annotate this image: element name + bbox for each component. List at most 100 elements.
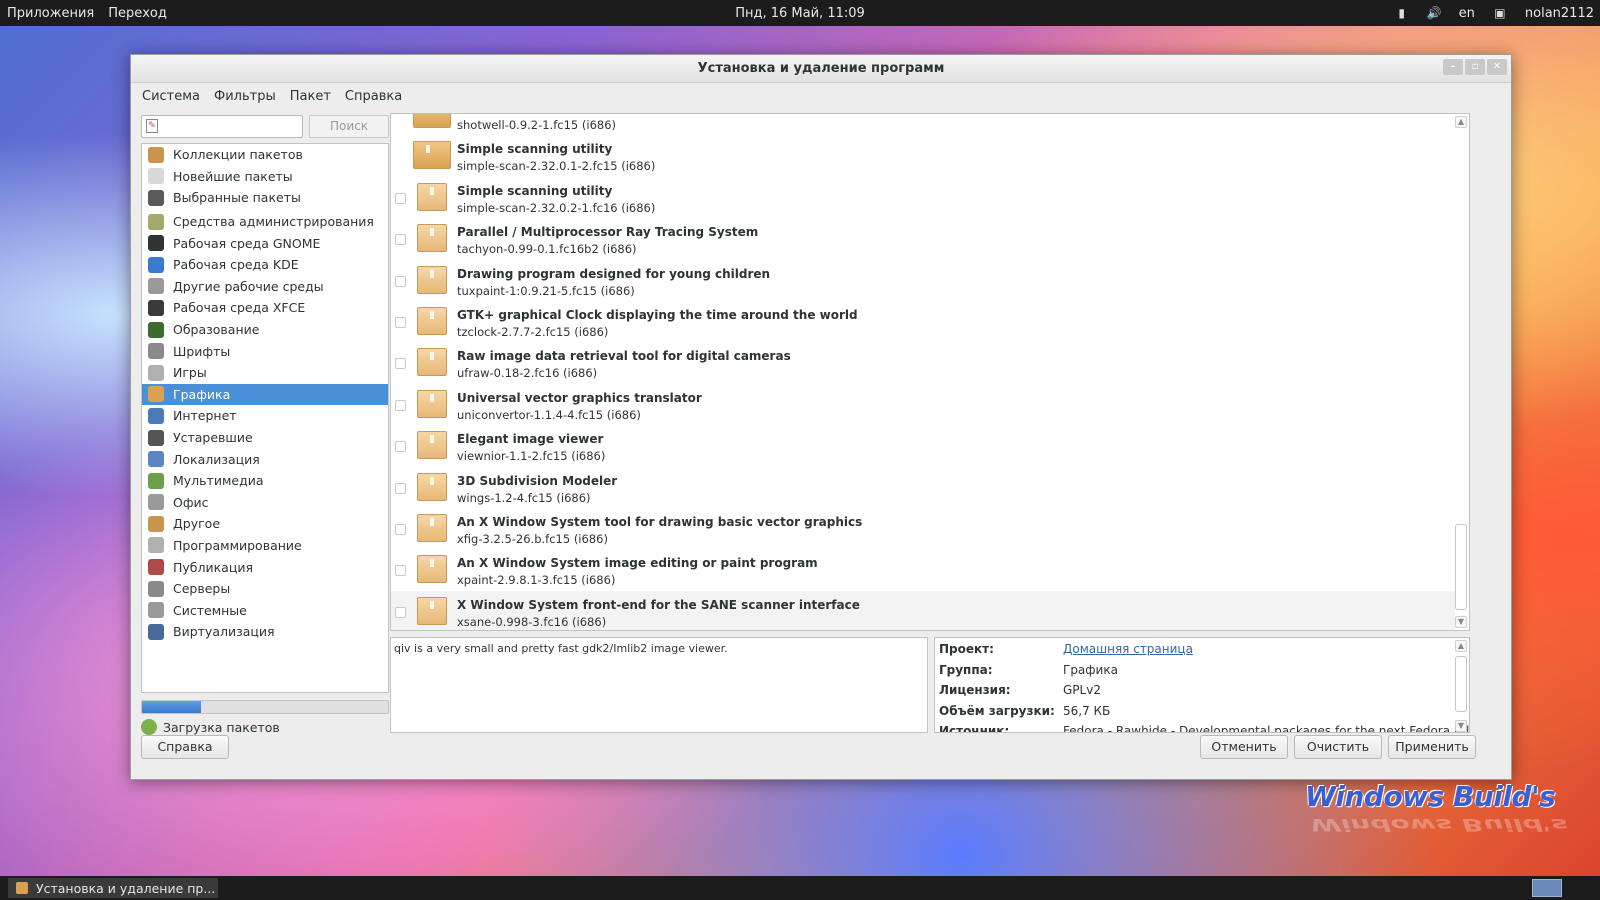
category-item[interactable]: Офис xyxy=(142,492,388,514)
package-row[interactable]: Parallel / Multiprocessor Ray Tracing Sy… xyxy=(391,218,1455,259)
category-item[interactable]: Выбранные пакеты xyxy=(142,187,388,209)
package-row[interactable]: Simple scanning utility simple-scan-2.32.… xyxy=(391,177,1455,218)
package-checkbox[interactable] xyxy=(395,606,406,618)
category-item[interactable]: Шрифты xyxy=(142,340,388,362)
menu-filters[interactable]: Фильтры xyxy=(207,89,283,104)
cancel-button[interactable]: Отменить xyxy=(1200,735,1288,759)
category-item[interactable]: Рабочая среда XFCE xyxy=(142,297,388,319)
xfce-mouse-icon xyxy=(148,299,164,316)
globe-icon xyxy=(148,407,164,424)
taskbar-window-button[interactable]: Установка и удаление пр... xyxy=(8,878,218,898)
desktop-icon xyxy=(148,278,164,295)
user-menu[interactable]: nolan2112 xyxy=(1525,6,1594,21)
installed-package-icon xyxy=(413,114,451,128)
scrollbar-thumb[interactable] xyxy=(1455,524,1467,610)
menu-system[interactable]: Система xyxy=(135,89,207,104)
package-row[interactable]: shotwell-0.9.2-1.fc15 (i686) xyxy=(391,114,1455,135)
top-panel: Приложения Переход Пнд, 16 Май, 11:09 ▮ … xyxy=(0,0,1600,26)
category-item[interactable]: Средства администрирования xyxy=(142,211,388,233)
network-icon[interactable]: ▣ xyxy=(1493,6,1507,20)
package-row[interactable]: An X Window System tool for drawing basi… xyxy=(391,508,1455,549)
download-progress-bar xyxy=(141,700,389,714)
category-item[interactable]: Коллекции пакетов xyxy=(142,144,388,166)
category-item[interactable]: Программирование xyxy=(142,535,388,557)
category-item[interactable]: Графика xyxy=(142,383,388,406)
scroll-down-icon[interactable]: ▼ xyxy=(1455,616,1467,628)
scrollbar-thumb[interactable] xyxy=(1455,656,1467,712)
places-menu[interactable]: Переход xyxy=(101,6,174,21)
games-icon xyxy=(148,364,164,381)
package-row[interactable]: Drawing program designed for young child… xyxy=(391,260,1455,301)
category-item[interactable]: Мультимедиа xyxy=(142,470,388,492)
category-label: Шрифты xyxy=(173,343,231,359)
package-details: Проект: Домашняя страница Группа: Графика Ли… xyxy=(934,637,1470,733)
lightbulb-icon xyxy=(148,168,164,185)
category-item[interactable]: Рабочая среда GNOME xyxy=(142,232,388,254)
package-checkbox[interactable] xyxy=(395,358,406,370)
volume-icon[interactable]: 🔊 xyxy=(1427,6,1442,20)
package-checkbox[interactable] xyxy=(395,523,406,535)
package-row[interactable]: 3D Subdivision Modeler wings-1.2-4.fc15 (… xyxy=(391,467,1455,508)
package-row[interactable]: Raw image data retrieval tool for digita… xyxy=(391,342,1455,383)
package-row[interactable]: An X Window System image editing or pain… xyxy=(391,549,1455,590)
package-checkbox[interactable] xyxy=(395,275,406,287)
category-item[interactable]: Виртуализация xyxy=(142,621,388,643)
category-item[interactable]: Системные xyxy=(142,599,388,621)
bottom-panel: Установка и удаление пр... xyxy=(0,876,1600,900)
applications-menu[interactable]: Приложения xyxy=(0,6,101,21)
clear-button[interactable]: Очистить xyxy=(1294,735,1382,759)
search-input[interactable] xyxy=(141,115,303,138)
maximize-icon[interactable]: ▫ xyxy=(1465,59,1485,75)
package-checkbox[interactable] xyxy=(395,316,406,328)
package-checkbox[interactable] xyxy=(395,482,406,494)
package-row[interactable]: X Window System front-end for the SANE s… xyxy=(391,590,1455,630)
category-item[interactable]: Рабочая среда KDE xyxy=(142,254,388,276)
edit-clear-icon[interactable]: ✎ xyxy=(146,119,158,133)
package-row[interactable]: GTK+ graphical Clock displaying the time… xyxy=(391,301,1455,342)
category-item[interactable]: Локализация xyxy=(142,448,388,470)
menu-help[interactable]: Справка xyxy=(338,89,409,104)
battery-icon[interactable]: ▮ xyxy=(1395,6,1409,20)
package-id: wings-1.2-4.fc15 (i686) xyxy=(457,490,591,505)
window-titlebar[interactable]: Установка и удаление программ – ▫ ✕ xyxy=(131,55,1511,83)
detail-key: Источник: xyxy=(939,724,1010,733)
detail-value: 56,7 КБ xyxy=(1063,703,1111,718)
package-summary: An X Window System image editing or pain… xyxy=(457,556,818,571)
clock[interactable]: Пнд, 16 Май, 11:09 xyxy=(735,6,865,21)
category-item[interactable]: Образование xyxy=(142,319,388,341)
close-icon[interactable]: ✕ xyxy=(1487,59,1507,75)
package-checkbox[interactable] xyxy=(395,565,406,577)
homepage-link[interactable]: Домашняя страница xyxy=(1063,642,1193,656)
package-checkbox[interactable] xyxy=(395,192,406,204)
category-label: Серверы xyxy=(173,581,231,597)
scroll-up-icon[interactable]: ▲ xyxy=(1455,116,1467,128)
minimize-icon[interactable]: – xyxy=(1443,59,1463,75)
category-item[interactable]: Интернет xyxy=(142,405,388,427)
category-item[interactable]: Другие рабочие среды xyxy=(142,276,388,298)
category-item[interactable]: Игры xyxy=(142,362,388,384)
package-row[interactable]: Elegant image viewer viewnior-1.1-2.fc15 … xyxy=(391,425,1455,466)
package-checkbox[interactable] xyxy=(395,441,406,453)
package-id: simple-scan-2.32.0.2-1.fc16 (i686) xyxy=(457,200,656,215)
system-gear-icon xyxy=(148,602,164,619)
menu-package[interactable]: Пакет xyxy=(283,89,338,104)
package-checkbox[interactable] xyxy=(395,234,406,246)
package-checkbox[interactable] xyxy=(395,399,406,411)
keyboard-layout[interactable]: en xyxy=(1459,6,1475,21)
help-button[interactable]: Справка xyxy=(141,735,229,759)
scroll-up-icon[interactable]: ▲ xyxy=(1455,640,1467,652)
category-item[interactable]: Устаревшие xyxy=(142,427,388,449)
package-row[interactable]: Universal vector graphics translator unic… xyxy=(391,384,1455,425)
list-scrollbar[interactable]: ▲ ▼ xyxy=(1455,116,1467,628)
workspace-switcher[interactable] xyxy=(1532,879,1562,897)
scroll-down-icon[interactable]: ▼ xyxy=(1455,720,1467,732)
apply-button[interactable]: Применить xyxy=(1388,735,1476,759)
details-scrollbar[interactable]: ▲ ▼ xyxy=(1455,640,1467,732)
search-button[interactable]: Поиск xyxy=(309,115,389,138)
category-item[interactable]: Серверы xyxy=(142,578,388,600)
category-item[interactable]: Другое xyxy=(142,513,388,535)
category-item[interactable]: Новейшие пакеты xyxy=(142,166,388,188)
package-row[interactable]: Simple scanning utility simple-scan-2.32.… xyxy=(391,135,1455,176)
available-package-icon xyxy=(417,182,447,211)
category-item[interactable]: Публикация xyxy=(142,556,388,578)
